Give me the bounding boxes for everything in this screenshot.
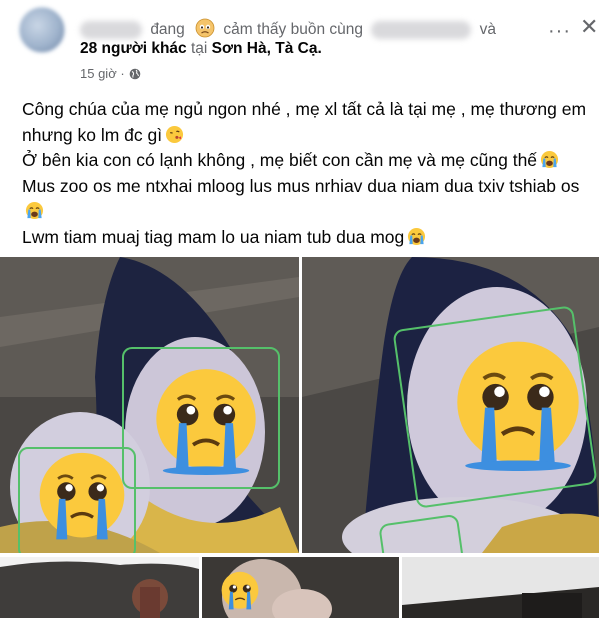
sad-face-icon <box>195 18 215 38</box>
photo-scene <box>402 557 599 618</box>
post-photo[interactable] <box>402 557 599 618</box>
location-link[interactable]: Sơn Hà, Tà Cạ. <box>212 40 322 57</box>
post-text: Công chúa của mẹ ngủ ngon nhé , mẹ xl tấ… <box>22 97 587 250</box>
timestamp[interactable]: 15 giờ · <box>80 66 125 81</box>
post-line: Lwm tiam muaj tiag mam lo ua niam tub du… <box>22 225 587 251</box>
crying-face-icon <box>156 369 256 475</box>
feeling-text[interactable]: cảm thấy buồn cùng <box>223 21 363 38</box>
and-word: và <box>479 21 497 38</box>
blurred-author-name[interactable] <box>80 20 142 39</box>
crying-face-icon <box>408 227 426 245</box>
globe-icon <box>129 68 140 79</box>
more-options-icon[interactable]: ··· <box>548 20 571 43</box>
post-line: Mus zoo os me ntxhai mloog lus mus nrhia… <box>22 174 587 225</box>
post-line: Ở bên kia con có lạnh không , mẹ biết co… <box>22 148 587 174</box>
others-link[interactable]: 28 người khác <box>80 40 187 57</box>
post-photo[interactable] <box>302 257 599 553</box>
crying-face-icon <box>39 452 125 540</box>
facebook-post: đang cảm thấy buồn cùng và 28 người khác… <box>0 0 599 618</box>
post-line-text: Lwm tiam muaj tiag mam lo ua niam tub du… <box>22 226 405 247</box>
close-icon[interactable]: ✕ <box>580 14 598 40</box>
crying-face-icon <box>540 150 559 169</box>
photo-scene <box>0 557 199 618</box>
post-meta: 15 giờ · <box>80 66 141 81</box>
post-line-text: Mus zoo os me ntxhai mloog lus mus nrhia… <box>22 175 580 196</box>
kissing-face-icon <box>166 125 184 143</box>
post-line: Công chúa của mẹ ngủ ngon nhé , mẹ xl tấ… <box>22 97 587 148</box>
avatar[interactable] <box>18 6 66 54</box>
post-line-text: Công chúa của mẹ ngủ ngon nhé , mẹ xl tấ… <box>22 99 587 145</box>
post-line-text: Ở bên kia con có lạnh không , mẹ biết co… <box>22 150 538 170</box>
post-photo[interactable] <box>0 257 299 553</box>
crying-face-icon <box>25 201 44 220</box>
crying-face-icon <box>221 571 259 610</box>
blurred-tagged-name[interactable] <box>371 20 472 39</box>
post-header-line: đang cảm thấy buồn cùng và <box>80 18 550 40</box>
post-photo[interactable] <box>0 557 199 618</box>
at-word: tại <box>190 40 208 57</box>
status-word: đang <box>150 21 185 38</box>
crying-face-icon <box>457 341 579 471</box>
post-header-tags: 28 người khác tại Sơn Hà, Tà Cạ. <box>80 40 322 58</box>
post-photo[interactable] <box>202 557 399 618</box>
